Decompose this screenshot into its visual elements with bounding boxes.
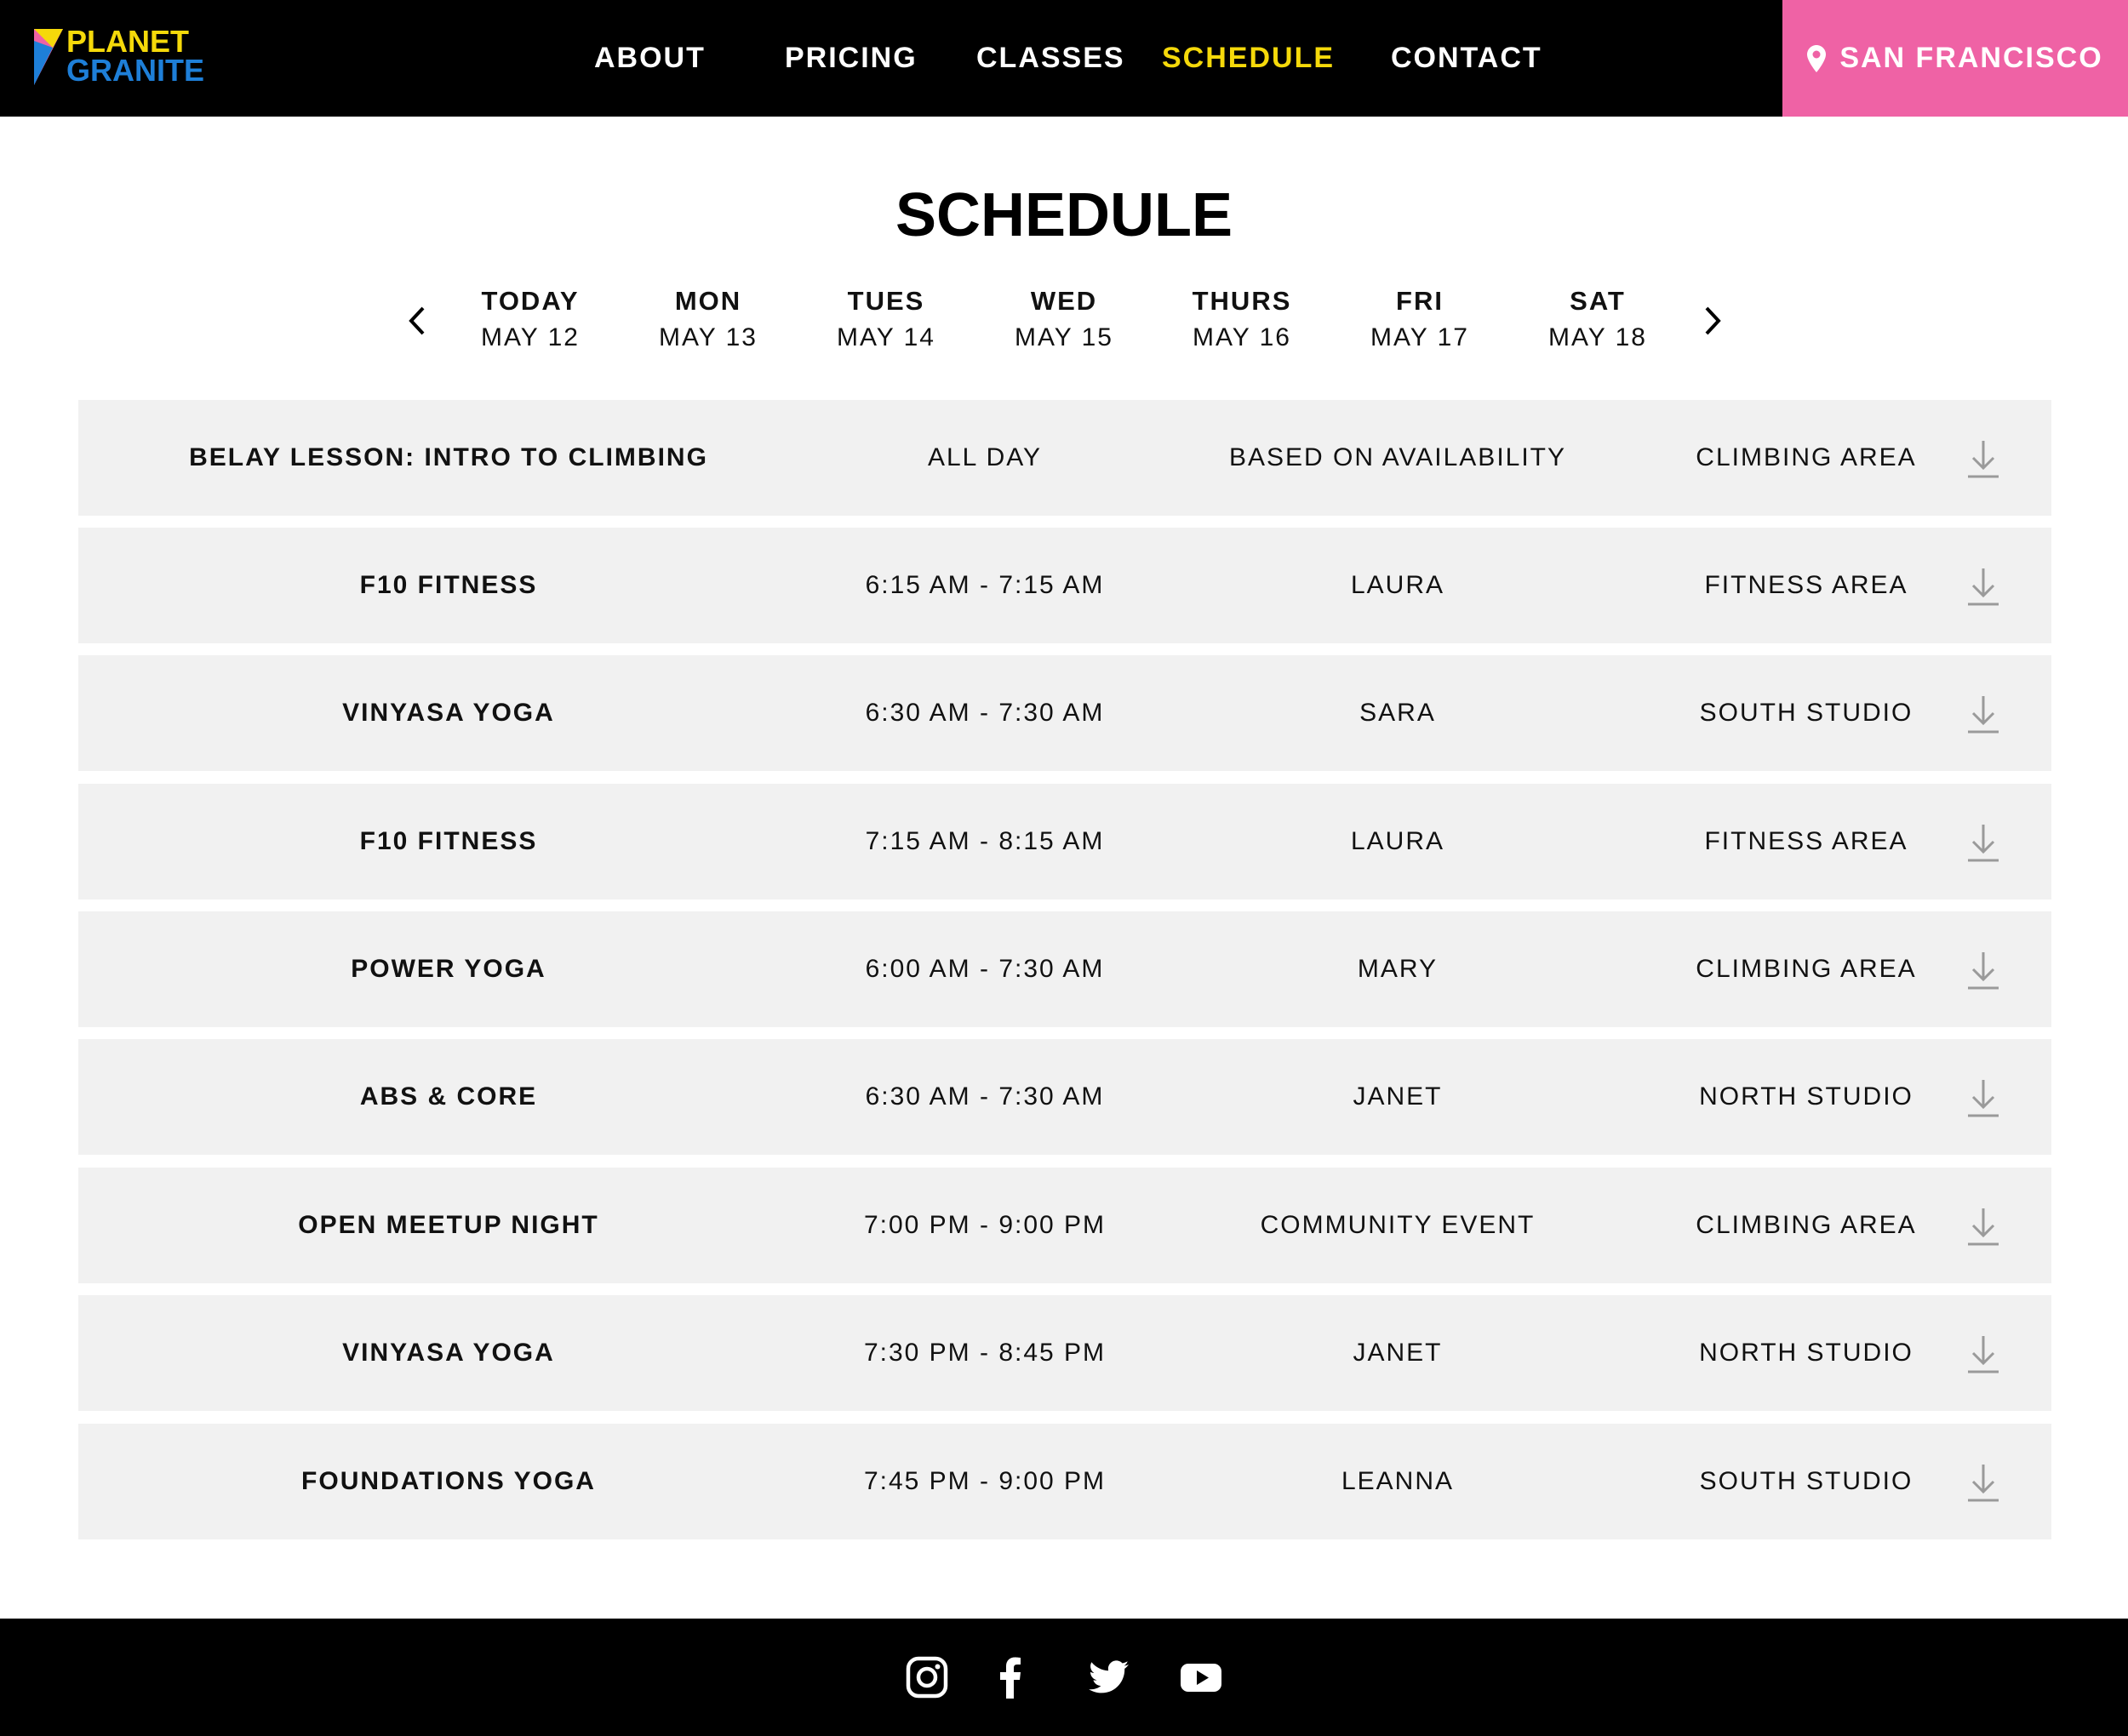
download-icon[interactable] (1965, 565, 2002, 608)
map-pin-icon (1807, 44, 1827, 72)
footer (0, 1619, 2128, 1736)
download-icon[interactable] (1965, 949, 2002, 991)
day-tab-mon[interactable]: MON MAY 13 (636, 284, 781, 357)
day-date: MAY 14 (837, 323, 935, 351)
class-name: FOUNDATIONS YOGA (301, 1467, 596, 1495)
download-icon[interactable] (1965, 693, 2002, 735)
day-name: MON (674, 286, 742, 316)
day-tab-thurs[interactable]: THURS MAY 16 (1170, 284, 1314, 357)
schedule-row: OPEN MEETUP NIGHT 7:00 PM - 9:00 PM COMM… (78, 1168, 2051, 1283)
nav-about[interactable]: ABOUT (594, 0, 706, 117)
chevron-right-icon (1705, 306, 1721, 335)
location-label: SAN FRANCISCO (1839, 42, 2103, 74)
chevron-left-icon (409, 306, 425, 335)
download-icon[interactable] (1965, 1461, 2002, 1504)
day-name: WED (1030, 286, 1098, 316)
day-name: FRI (1396, 286, 1444, 316)
day-tab-wed[interactable]: WED MAY 15 (992, 284, 1136, 357)
day-tab-tues[interactable]: TUES MAY 14 (814, 284, 958, 357)
day-tab-sat[interactable]: SAT MAY 18 (1525, 284, 1670, 357)
day-date: MAY 12 (481, 323, 580, 351)
schedule-row: POWER YOGA 6:00 AM - 7:30 AM MARY CLIMBI… (78, 911, 2051, 1027)
class-name: POWER YOGA (351, 955, 546, 983)
day-tab-today[interactable]: TODAY MAY 12 (458, 284, 603, 357)
nav-contact[interactable]: CONTACT (1391, 0, 1542, 117)
schedule-row: VINYASA YOGA 7:30 PM - 8:45 PM JANET NOR… (78, 1295, 2051, 1411)
download-icon[interactable] (1965, 1333, 2002, 1375)
class-name: F10 FITNESS (359, 571, 538, 599)
top-nav: PLANET GRANITE ABOUT PRICING CLASSES SCH… (0, 0, 2128, 117)
twitter-icon[interactable] (1088, 1656, 1130, 1699)
logo-wordmark: PLANET GRANITE (66, 24, 204, 88)
day-date: MAY 13 (659, 323, 758, 351)
schedule-row: F10 FITNESS 7:15 AM - 8:15 AM LAURA FITN… (78, 784, 2051, 899)
day-tab-fri[interactable]: FRI MAY 17 (1347, 284, 1492, 357)
schedule-row: VINYASA YOGA 6:30 AM - 7:30 AM SARA SOUT… (78, 655, 2051, 771)
download-icon[interactable] (1965, 821, 2002, 864)
schedule-row: F10 FITNESS 6:15 AM - 7:15 AM LAURA FITN… (78, 528, 2051, 643)
class-name: OPEN MEETUP NIGHT (298, 1211, 599, 1239)
day-name: TODAY (481, 286, 580, 316)
class-name: VINYASA YOGA (342, 699, 555, 727)
previous-days-button[interactable] (400, 300, 434, 341)
planet-granite-logo[interactable]: PLANET GRANITE (34, 24, 230, 89)
class-name: ABS & CORE (359, 1082, 538, 1111)
location-selector-button[interactable]: SAN FRANCISCO (1782, 0, 2128, 117)
class-name: VINYASA YOGA (342, 1339, 555, 1367)
page-title: SCHEDULE (895, 181, 1233, 249)
day-date: MAY 15 (1015, 323, 1113, 351)
download-icon[interactable] (1965, 1205, 2002, 1248)
day-name: THURS (1192, 286, 1292, 316)
nav-pricing[interactable]: PRICING (785, 0, 918, 117)
next-days-button[interactable] (1696, 300, 1730, 341)
logo-line-2: GRANITE (66, 53, 204, 88)
schedule-row: BELAY LESSON: INTRO TO CLIMBING ALL DAY … (78, 400, 2051, 516)
logo-line-1: PLANET (66, 24, 189, 59)
download-icon[interactable] (1965, 437, 2002, 480)
youtube-icon[interactable] (1180, 1656, 1222, 1699)
day-date: MAY 17 (1370, 323, 1469, 351)
day-name: TUES (847, 286, 925, 316)
class-name: BELAY LESSON: INTRO TO CLIMBING (189, 443, 708, 471)
class-name: F10 FITNESS (359, 827, 538, 855)
day-name: SAT (1570, 286, 1626, 316)
logo-triangle-icon (34, 29, 63, 85)
day-date: MAY 18 (1548, 323, 1647, 351)
nav-schedule[interactable]: SCHEDULE (1162, 0, 1335, 117)
schedule-row: ABS & CORE 6:30 AM - 7:30 AM JANET NORTH… (78, 1039, 2051, 1155)
schedule-row: FOUNDATIONS YOGA 7:45 PM - 9:00 PM LEANN… (78, 1424, 2051, 1539)
download-icon[interactable] (1965, 1076, 2002, 1119)
facebook-icon[interactable] (989, 1656, 1032, 1699)
nav-classes[interactable]: CLASSES (976, 0, 1125, 117)
instagram-icon[interactable] (906, 1656, 948, 1699)
day-date: MAY 16 (1193, 323, 1291, 351)
